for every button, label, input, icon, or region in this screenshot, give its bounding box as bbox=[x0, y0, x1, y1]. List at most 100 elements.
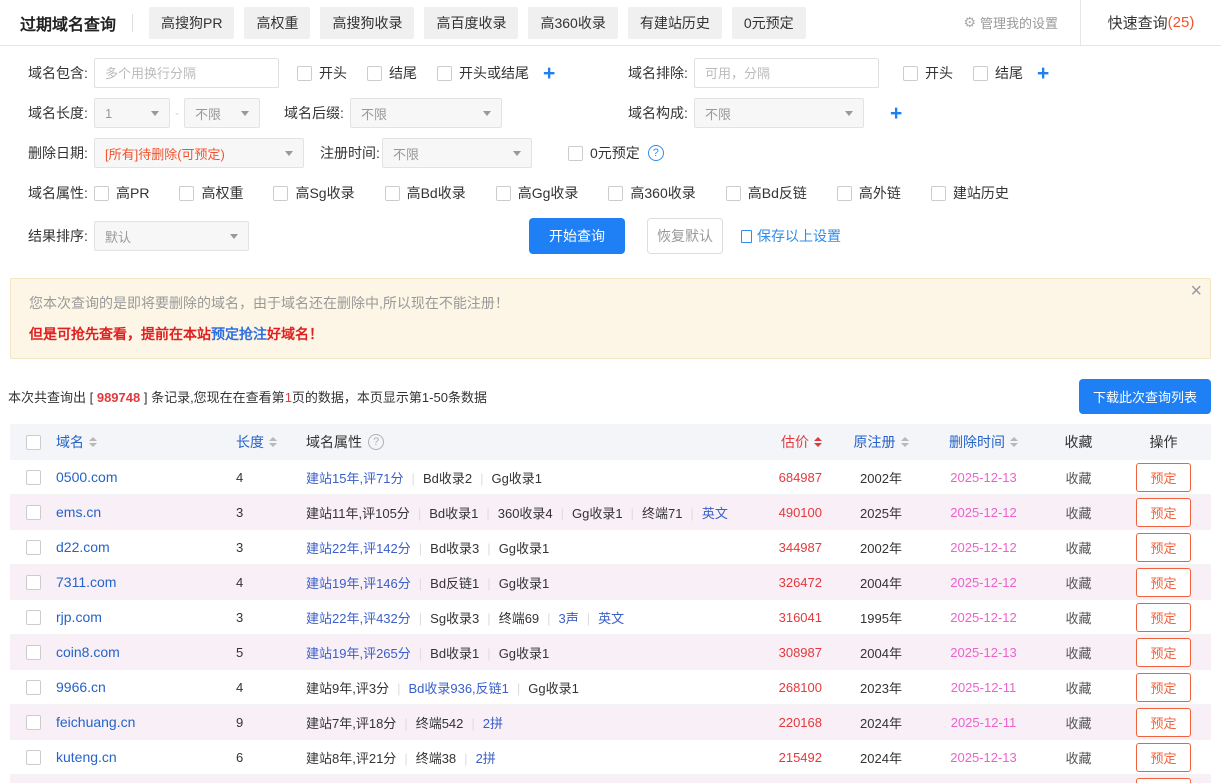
close-icon[interactable]: × bbox=[1190, 281, 1202, 301]
row-checkbox[interactable] bbox=[26, 540, 41, 555]
attr-link[interactable]: 建站15年,评71分 bbox=[306, 471, 404, 486]
domain-link[interactable]: kuteng.cn bbox=[56, 749, 236, 765]
checkbox-option[interactable]: 高Gg收录 bbox=[496, 183, 579, 203]
attr-link[interactable]: 2拼 bbox=[483, 716, 503, 731]
manage-settings-link[interactable]: ⚙ 管理我的设置 bbox=[963, 13, 1058, 32]
checkbox[interactable] bbox=[726, 186, 741, 201]
checkbox-option[interactable]: 开头 bbox=[297, 63, 347, 83]
checkbox-option[interactable]: 高Bd反链 bbox=[726, 183, 807, 203]
reserve-button[interactable]: 预定 bbox=[1136, 708, 1190, 737]
row-checkbox[interactable] bbox=[26, 575, 41, 590]
checkbox-option[interactable]: 高权重 bbox=[179, 183, 243, 203]
checkbox-option[interactable]: 高Sg收录 bbox=[273, 183, 354, 203]
row-checkbox[interactable] bbox=[26, 750, 41, 765]
top-tab[interactable]: 高百度收录 bbox=[424, 7, 518, 39]
include-add-button[interactable]: + bbox=[543, 63, 555, 84]
sort-icon[interactable] bbox=[1010, 437, 1018, 447]
sort-select[interactable]: 默认 bbox=[94, 221, 249, 251]
fav-link[interactable]: 收藏 bbox=[1041, 643, 1116, 662]
download-button[interactable]: 下载此次查询列表 bbox=[1079, 379, 1211, 414]
domain-link[interactable]: d22.com bbox=[56, 539, 236, 555]
checkbox[interactable] bbox=[568, 146, 583, 161]
domain-link[interactable]: coin8.com bbox=[56, 644, 236, 660]
top-tab[interactable]: 0元预定 bbox=[732, 7, 806, 39]
exclude-add-button[interactable]: + bbox=[1037, 63, 1049, 84]
reserve-button[interactable]: 预定 bbox=[1136, 638, 1190, 667]
header-del[interactable]: 删除时间 bbox=[926, 432, 1041, 452]
suffix-select[interactable]: 不限 bbox=[350, 98, 502, 128]
attr-link[interactable]: 英文 bbox=[702, 506, 728, 521]
composition-add-button[interactable]: + bbox=[890, 103, 902, 124]
checkbox[interactable] bbox=[496, 186, 511, 201]
length-to-select[interactable]: 不限 bbox=[184, 98, 260, 128]
checkbox-option[interactable]: 高外链 bbox=[837, 183, 901, 203]
checkbox[interactable] bbox=[385, 186, 400, 201]
include-input[interactable] bbox=[94, 58, 279, 88]
checkbox[interactable] bbox=[931, 186, 946, 201]
notice-line2-link[interactable]: 预定抢注 bbox=[211, 326, 267, 342]
reg-time-select[interactable]: 不限 bbox=[382, 138, 532, 168]
row-checkbox[interactable] bbox=[26, 505, 41, 520]
checkbox-option[interactable]: 高Bd收录 bbox=[385, 183, 466, 203]
domain-link[interactable]: ems.cn bbox=[56, 504, 236, 520]
checkbox[interactable] bbox=[179, 186, 194, 201]
exclude-input[interactable] bbox=[694, 58, 879, 88]
top-tab[interactable]: 有建站历史 bbox=[628, 7, 722, 39]
checkbox[interactable] bbox=[367, 66, 382, 81]
reserve-button[interactable]: 预定 bbox=[1136, 568, 1190, 597]
select-all-checkbox[interactable] bbox=[26, 435, 41, 450]
attrs-help-icon[interactable]: ? bbox=[368, 434, 384, 450]
checkbox[interactable] bbox=[837, 186, 852, 201]
fav-link[interactable]: 收藏 bbox=[1041, 503, 1116, 522]
domain-link[interactable]: 9966.cn bbox=[56, 679, 236, 695]
sort-icon[interactable] bbox=[269, 437, 277, 447]
domain-link[interactable]: rjp.com bbox=[56, 609, 236, 625]
reserve-button[interactable]: 预定 bbox=[1136, 673, 1190, 702]
row-checkbox[interactable] bbox=[26, 470, 41, 485]
fav-link[interactable]: 收藏 bbox=[1041, 538, 1116, 557]
checkbox-option[interactable]: 建站历史 bbox=[931, 183, 1009, 203]
row-checkbox[interactable] bbox=[26, 680, 41, 695]
reserve-button[interactable]: 预定 bbox=[1136, 603, 1190, 632]
zero-reserve-help-icon[interactable]: ? bbox=[648, 145, 664, 161]
attr-link[interactable]: 建站19年,评265分 bbox=[306, 646, 411, 661]
sort-icon[interactable] bbox=[901, 437, 909, 447]
sort-icon[interactable] bbox=[89, 437, 97, 447]
length-from-select[interactable]: 1 bbox=[94, 98, 170, 128]
checkbox-option[interactable]: 结尾 bbox=[973, 63, 1023, 83]
attr-link[interactable]: 建站22年,评432分 bbox=[306, 611, 411, 626]
checkbox-option[interactable]: 高PR bbox=[94, 183, 149, 203]
attr-link[interactable]: 建站22年,评142分 bbox=[306, 541, 411, 556]
sort-icon[interactable] bbox=[814, 437, 822, 447]
composition-select[interactable]: 不限 bbox=[694, 98, 864, 128]
checkbox-option[interactable]: 高360收录 bbox=[608, 183, 695, 203]
save-settings-link[interactable]: 保存以上设置 bbox=[741, 226, 841, 246]
reserve-button[interactable]: 预定 bbox=[1136, 743, 1190, 772]
row-checkbox[interactable] bbox=[26, 715, 41, 730]
attr-link[interactable]: Bd收录936,反链1 bbox=[408, 681, 508, 696]
checkbox[interactable] bbox=[973, 66, 988, 81]
fav-link[interactable]: 收藏 bbox=[1041, 713, 1116, 732]
header-price[interactable]: 估价 bbox=[741, 432, 836, 452]
checkbox-option[interactable]: 开头或结尾 bbox=[437, 63, 529, 83]
header-domain[interactable]: 域名 bbox=[56, 432, 236, 452]
header-length[interactable]: 长度 bbox=[236, 432, 306, 452]
row-checkbox[interactable] bbox=[26, 610, 41, 625]
top-tab[interactable]: 高360收录 bbox=[528, 7, 617, 39]
delete-date-select[interactable]: [所有]待删除(可预定) bbox=[94, 138, 304, 168]
reserve-button[interactable]: 预定 bbox=[1136, 498, 1190, 527]
fav-link[interactable]: 收藏 bbox=[1041, 573, 1116, 592]
domain-link[interactable]: feichuang.cn bbox=[56, 714, 236, 730]
checkbox-option[interactable]: 开头 bbox=[903, 63, 953, 83]
reserve-button[interactable]: 预定 bbox=[1136, 463, 1190, 492]
fav-link[interactable]: 收藏 bbox=[1041, 748, 1116, 767]
zero-reserve-checkbox-item[interactable]: 0元预定 bbox=[568, 143, 640, 163]
checkbox[interactable] bbox=[297, 66, 312, 81]
attr-link[interactable]: 3声 bbox=[559, 611, 579, 626]
domain-link[interactable]: 0500.com bbox=[56, 469, 236, 485]
top-tab[interactable]: 高搜狗PR bbox=[149, 7, 234, 39]
checkbox[interactable] bbox=[903, 66, 918, 81]
attr-link[interactable]: 2拼 bbox=[476, 751, 496, 766]
checkbox[interactable] bbox=[437, 66, 452, 81]
reserve-button[interactable]: 预定 bbox=[1136, 533, 1190, 562]
